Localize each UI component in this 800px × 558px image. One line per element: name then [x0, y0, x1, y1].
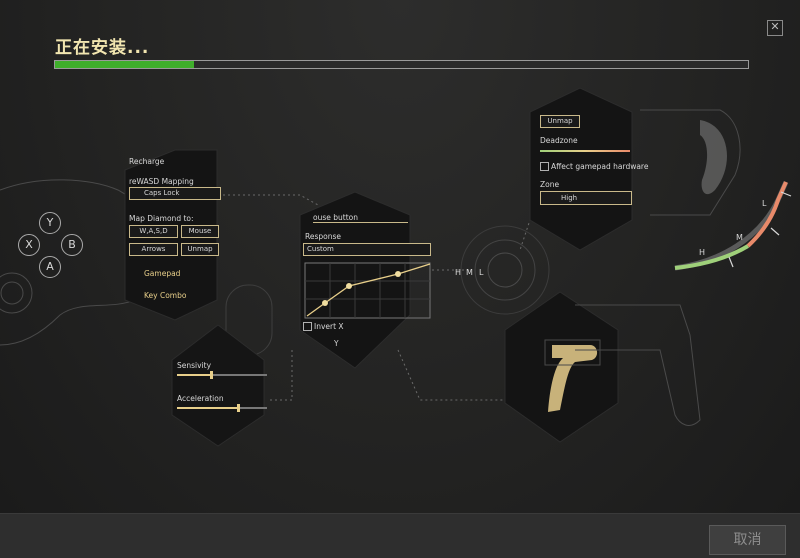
install-progress-bar: [54, 60, 749, 69]
affect-hardware-checkbox: [540, 162, 549, 171]
gamepad-button-x: X: [18, 234, 40, 256]
gamepad-tab: Gamepad: [144, 269, 181, 278]
installer-window: Y X B A Recharge reWASD Mapping Caps Loc…: [0, 0, 800, 558]
sensivity-slider: [177, 371, 267, 379]
gauge-letter-h: H: [699, 248, 706, 257]
zone-label: Zone: [540, 180, 560, 189]
response-select: Custom: [303, 243, 431, 256]
gamepad-button-a: A: [39, 256, 61, 278]
rewasd-mapping-label: reWASD Mapping: [129, 177, 194, 186]
recharge-label: Recharge: [129, 157, 165, 166]
stick-letter-m: M: [466, 268, 473, 277]
map-unmap-option: Unmap: [181, 243, 219, 256]
mapping-select: Caps Lock: [129, 187, 221, 200]
page-title: 正在安装...: [55, 38, 150, 58]
map-diamond-label: Map Diamond to:: [129, 214, 194, 223]
acceleration-label: Acceleration: [177, 394, 224, 403]
mouse-button-header: ouse button: [313, 213, 408, 223]
deadzone-slider: [540, 150, 630, 152]
map-wasd-option: W,A,S,D: [129, 225, 178, 238]
stick-letter-h: H: [455, 268, 462, 277]
response-label: Response: [305, 232, 342, 241]
gauge-letter-m: M: [736, 233, 743, 242]
map-arrows-option: Arrows: [129, 243, 178, 256]
unmap-button: Unmap: [540, 115, 580, 128]
cancel-button[interactable]: 取消: [709, 525, 786, 555]
gauge-letter-l: L: [762, 199, 767, 208]
feature-illustration: [0, 87, 792, 447]
gamepad-button-b: B: [61, 234, 83, 256]
acceleration-slider: [177, 404, 267, 412]
install-progress-fill: [55, 61, 194, 68]
invert-x-checkbox: [303, 322, 312, 331]
stick-letter-l: L: [479, 268, 484, 277]
deadzone-label: Deadzone: [540, 136, 578, 145]
gamepad-button-y: Y: [39, 212, 61, 234]
invert-y-label: Y: [334, 339, 339, 348]
sensivity-label: Sensivity: [177, 361, 212, 370]
invert-x-label: Invert X: [314, 322, 344, 331]
key-combo-tab: Key Combo: [144, 291, 187, 300]
affect-hardware-label: Affect gamepad hardware: [551, 162, 649, 171]
close-icon[interactable]: ✕: [767, 20, 783, 36]
footer-bar: [0, 513, 800, 558]
zone-select: High: [540, 191, 632, 205]
map-mouse-option: Mouse: [181, 225, 219, 238]
